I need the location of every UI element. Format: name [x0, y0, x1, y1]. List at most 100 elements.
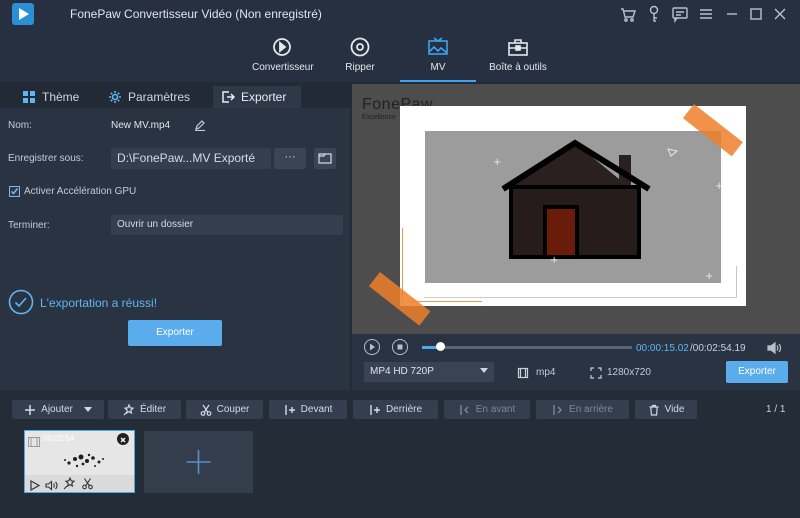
- clip-cut-icon[interactable]: [81, 477, 94, 490]
- forward-button[interactable]: En avant: [444, 400, 530, 419]
- stop-icon: [397, 344, 403, 350]
- gpu-checkbox[interactable]: [9, 186, 20, 197]
- clip-duration: 00:02:54: [43, 434, 75, 443]
- chevron-down-icon: [83, 406, 92, 412]
- tab-label: Thème: [42, 90, 80, 104]
- forward-icon: [460, 404, 469, 415]
- scissors-icon: [200, 404, 211, 416]
- export-button-player[interactable]: Exporter: [726, 361, 788, 383]
- clip-effect-icon[interactable]: [63, 476, 76, 490]
- backward-icon: [553, 404, 563, 415]
- svg-text:+: +: [705, 271, 713, 282]
- clip-play-icon[interactable]: [29, 478, 41, 492]
- frame-line: [736, 266, 737, 298]
- tool-label: Devant: [300, 404, 333, 415]
- tab-exporter[interactable]: Exporter: [213, 86, 301, 108]
- open-folder-button[interactable]: [314, 148, 336, 169]
- svg-text:+: +: [550, 255, 558, 266]
- play-icon: [370, 343, 375, 351]
- browse-button[interactable]: ···: [274, 148, 306, 169]
- tool-label: Couper: [216, 404, 250, 415]
- format-select[interactable]: MP4 HD 720P: [364, 362, 494, 382]
- gear-icon: [109, 91, 121, 103]
- folder-icon: [318, 153, 332, 164]
- tab-parametres[interactable]: Paramètres: [100, 86, 200, 108]
- tool-label: Ajouter: [41, 404, 73, 415]
- nav-label: Ripper: [345, 62, 375, 73]
- nav-label: Convertisseur: [252, 62, 314, 73]
- magic-icon: [123, 403, 135, 415]
- progress-track[interactable]: [422, 346, 632, 349]
- edit-button[interactable]: Éditer: [108, 400, 181, 419]
- add-clip-tile[interactable]: [144, 431, 253, 493]
- clip-actions-bar: [25, 475, 134, 492]
- front-button[interactable]: Devant: [269, 400, 347, 419]
- maximize-icon[interactable]: [746, 4, 766, 24]
- tool-label: En avant: [475, 404, 516, 415]
- save-label: Enregistrer sous:: [8, 153, 84, 164]
- save-path-field[interactable]: D:\FonePaw...MV Exporté: [111, 148, 271, 169]
- svg-text:+: +: [715, 181, 721, 192]
- add-button[interactable]: Ajouter: [12, 400, 104, 419]
- minimize-icon[interactable]: [722, 4, 742, 24]
- close-icon[interactable]: [770, 4, 790, 24]
- success-check-icon: [8, 289, 34, 315]
- tool-label: En arrière: [569, 404, 613, 415]
- svg-text:+: +: [493, 157, 501, 168]
- gpu-label: Activer Accélération GPU: [24, 186, 137, 197]
- tab-label: Paramètres: [128, 90, 191, 104]
- theme-icon: [23, 91, 35, 103]
- stop-button[interactable]: [392, 339, 408, 355]
- toolbox-icon: [508, 39, 528, 56]
- tool-label: Vide: [664, 404, 685, 415]
- volume-icon[interactable]: [766, 340, 782, 356]
- chevron-down-icon: [480, 368, 488, 373]
- nav-label: MV: [430, 62, 446, 73]
- main-nav: Convertisseur Ripper MV Boîte à outils: [0, 28, 800, 82]
- name-label: Nom:: [8, 120, 32, 131]
- edit-name-icon[interactable]: [194, 118, 206, 132]
- success-message: L'exportation a réussi!: [40, 296, 158, 310]
- cut-button[interactable]: Couper: [186, 400, 263, 419]
- mv-icon: [428, 37, 448, 55]
- tab-label: Exporter: [241, 90, 287, 104]
- backward-button[interactable]: En arrière: [536, 400, 629, 419]
- tool-label: Derrière: [385, 404, 423, 415]
- disc-icon: [350, 37, 370, 57]
- play-button[interactable]: [364, 339, 380, 355]
- back-icon: [370, 404, 380, 415]
- nav-convertisseur[interactable]: Convertisseur: [252, 28, 314, 82]
- export-icon: [222, 91, 235, 103]
- nav-label: Boîte à outils: [489, 62, 547, 73]
- film-icon: [517, 366, 529, 379]
- app-title: FonePaw Convertisseur Vidéo (Non enregis…: [70, 7, 322, 21]
- plus-icon: [186, 450, 211, 474]
- resize-icon: [590, 366, 602, 379]
- tab-theme[interactable]: Thème: [14, 86, 88, 108]
- house-photo: + + + +: [425, 131, 723, 283]
- nav-ripper[interactable]: Ripper: [332, 28, 388, 82]
- export-button[interactable]: Exporter: [128, 320, 222, 346]
- house-icon: + + + +: [493, 139, 723, 282]
- finish-select[interactable]: Ouvrir un dossier: [111, 215, 343, 235]
- chat-icon[interactable]: [670, 4, 690, 24]
- nav-mv[interactable]: MV: [400, 28, 476, 82]
- close-icon: [120, 437, 126, 443]
- remove-clip-button[interactable]: [117, 433, 129, 445]
- front-icon: [284, 404, 295, 415]
- behind-button[interactable]: Derrière: [353, 400, 438, 419]
- progress-handle[interactable]: [436, 342, 445, 351]
- clip-volume-icon[interactable]: [45, 478, 58, 491]
- cart-icon[interactable]: [618, 4, 638, 24]
- watermark-subtitle: Excellence: [362, 114, 396, 121]
- page-count: 1 / 1: [766, 404, 786, 415]
- menu-icon[interactable]: [696, 4, 716, 24]
- frame-line: [424, 297, 736, 298]
- resolution-value: 1280x720: [607, 367, 651, 378]
- key-icon[interactable]: [644, 4, 664, 24]
- empty-button[interactable]: Vide: [635, 400, 697, 419]
- container-value: mp4: [536, 367, 556, 378]
- film-strip-icon: [28, 434, 40, 447]
- total-time: /00:02:54.19: [690, 343, 746, 354]
- nav-toolbox[interactable]: Boîte à outils: [486, 28, 550, 82]
